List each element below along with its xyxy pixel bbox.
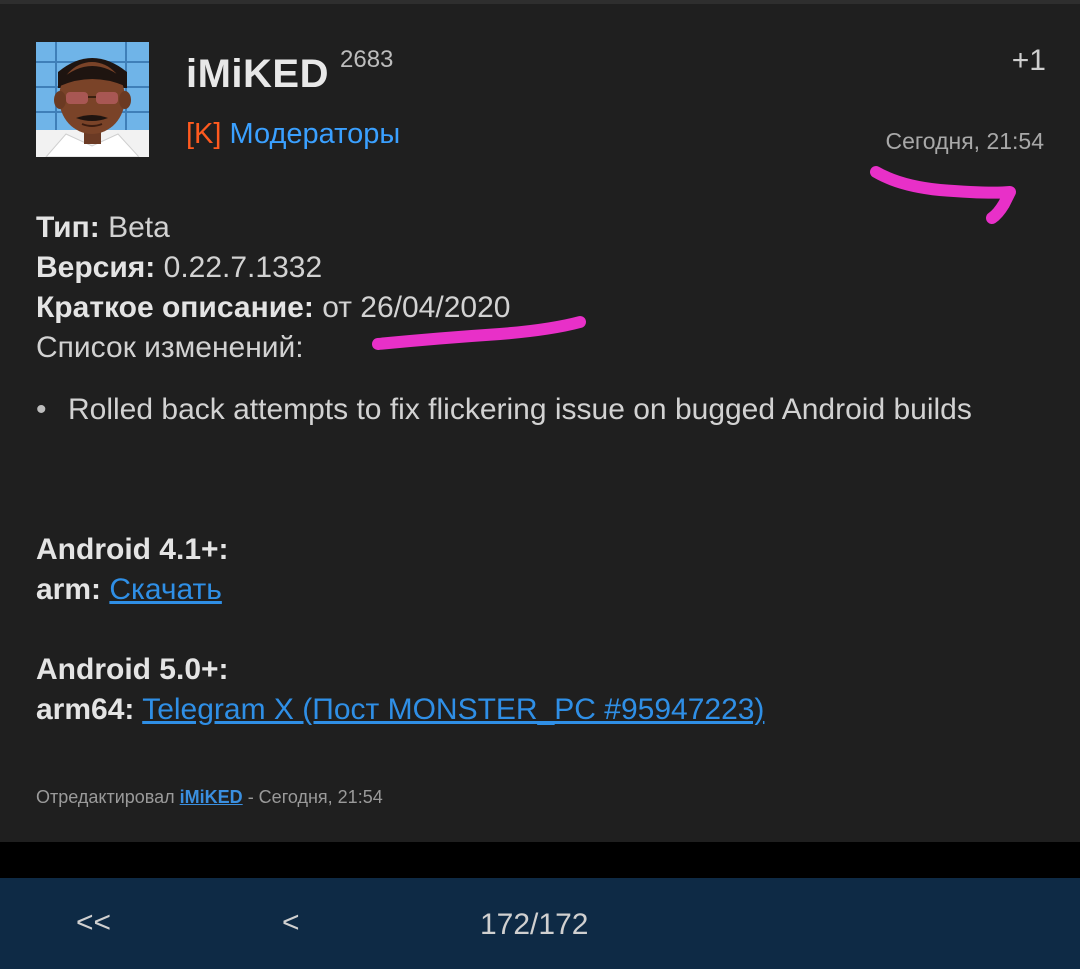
list-item: • Rolled back attempts to fix flickering…: [36, 390, 1036, 430]
edited-note: Отредактировал iMiKED - Сегодня, 21:54: [36, 787, 383, 808]
forum-post: iMiKED 2683 +1 [K] Модераторы Сегодня, 2…: [0, 0, 1080, 842]
summary-row: Краткое описание: от 26/04/2020: [36, 288, 1036, 328]
screen: iMiKED 2683 +1 [K] Модераторы Сегодня, 2…: [0, 0, 1080, 969]
pagination-bar: << < 172/172: [0, 878, 1080, 969]
summary-label: Краткое описание:: [36, 291, 314, 324]
group-tag: [K]: [186, 118, 222, 150]
post-author-name[interactable]: iMiKED: [186, 52, 329, 97]
edited-prefix: Отредактировал: [36, 787, 175, 807]
type-value: Beta: [108, 211, 170, 244]
type-row: Тип: Beta: [36, 208, 1036, 248]
prev-page-button[interactable]: <: [282, 906, 300, 940]
avatar-image: [36, 42, 149, 157]
page-counter[interactable]: 172/172: [480, 908, 588, 942]
arm64-download-link[interactable]: Telegram X (Пост MONSTER_PC #95947223): [142, 693, 764, 726]
post-body-header: Тип: Beta Версия: 0.22.7.1332 Краткое оп…: [36, 208, 1036, 368]
type-label: Тип:: [36, 211, 100, 244]
arm64-label: arm64:: [36, 693, 135, 726]
first-page-button[interactable]: <<: [76, 906, 111, 940]
changelog-label: Список изменений:: [36, 331, 304, 364]
post-date: Сегодня, 21:54: [885, 128, 1044, 154]
android50-label: Android 5.0+:: [36, 653, 229, 686]
user-group: [K] Модераторы: [186, 118, 400, 151]
reputation-count[interactable]: 2683: [340, 46, 393, 74]
editor-name-link[interactable]: iMiKED: [180, 787, 243, 807]
arm-label: arm:: [36, 573, 102, 606]
bullet-point: •: [36, 393, 47, 426]
android41-label: Android 4.1+:: [36, 533, 229, 566]
summary-value: от 26/04/2020: [322, 291, 511, 324]
edited-time: - Сегодня, 21:54: [247, 787, 383, 807]
version-row: Версия: 0.22.7.1332: [36, 248, 1036, 288]
version-value: 0.22.7.1332: [163, 251, 323, 284]
user-avatar[interactable]: [36, 42, 149, 157]
group-name-link[interactable]: Модераторы: [230, 118, 401, 150]
plus-one-button[interactable]: +1: [1012, 44, 1046, 78]
changelog-list: • Rolled back attempts to fix flickering…: [36, 390, 1036, 430]
arm-download-link[interactable]: Скачать: [109, 573, 222, 606]
version-label: Версия:: [36, 251, 156, 284]
change-text: Rolled back attempts to fix flickering i…: [68, 393, 972, 426]
android50-section: Android 5.0+: arm64: Telegram X (Пост MO…: [36, 650, 764, 730]
android41-section: Android 4.1+: arm: Скачать: [36, 530, 229, 610]
